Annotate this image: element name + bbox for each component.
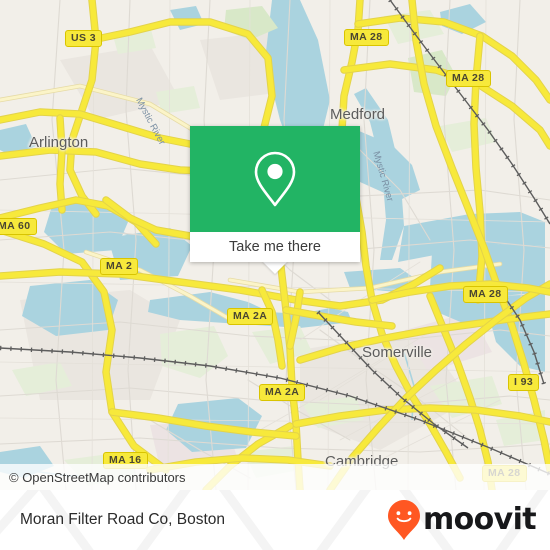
- moovit-logo[interactable]: moovit: [387, 499, 537, 541]
- map-route-shield: MA 2A: [259, 384, 306, 401]
- location-popup-card[interactable]: Take me there: [190, 126, 360, 262]
- popup-footer[interactable]: Take me there: [190, 232, 360, 262]
- map-route-shield: MA 28: [344, 29, 389, 46]
- page-footer: Moran Filter Road Co, Boston moovit: [0, 490, 550, 550]
- popup-pointer: [262, 261, 288, 274]
- map-label-city: Arlington: [29, 134, 89, 151]
- moovit-pin-icon: [387, 500, 420, 540]
- moovit-map-page: .water { fill:#aad3df; } .park { fill:#d…: [0, 0, 550, 550]
- map-label-city: Somerville: [362, 344, 433, 361]
- take-me-there-button[interactable]: Take me there: [229, 239, 321, 255]
- map-pin-icon: [254, 151, 296, 207]
- map-label-city: Medford: [330, 106, 386, 123]
- map-route-shield: MA 2: [100, 258, 139, 275]
- map-route-shield: MA 60: [0, 218, 37, 235]
- openstreetmap-attribution[interactable]: © OpenStreetMap contributors: [0, 470, 186, 485]
- map-route-shield: MA 28: [463, 286, 508, 303]
- moovit-wordmark: moovit: [422, 502, 537, 537]
- map-route-shield: I 93: [508, 374, 540, 391]
- map-canvas[interactable]: .water { fill:#aad3df; } .park { fill:#d…: [0, 0, 550, 490]
- place-title: Moran Filter Road Co, Boston: [20, 511, 226, 528]
- map-attribution-bar: © OpenStreetMap contributors: [0, 464, 550, 490]
- map-route-shield: MA 2A: [227, 308, 274, 325]
- map-route-shield: MA 28: [446, 70, 491, 87]
- map-route-shield: US 3: [65, 30, 102, 47]
- popup-header: [190, 126, 360, 232]
